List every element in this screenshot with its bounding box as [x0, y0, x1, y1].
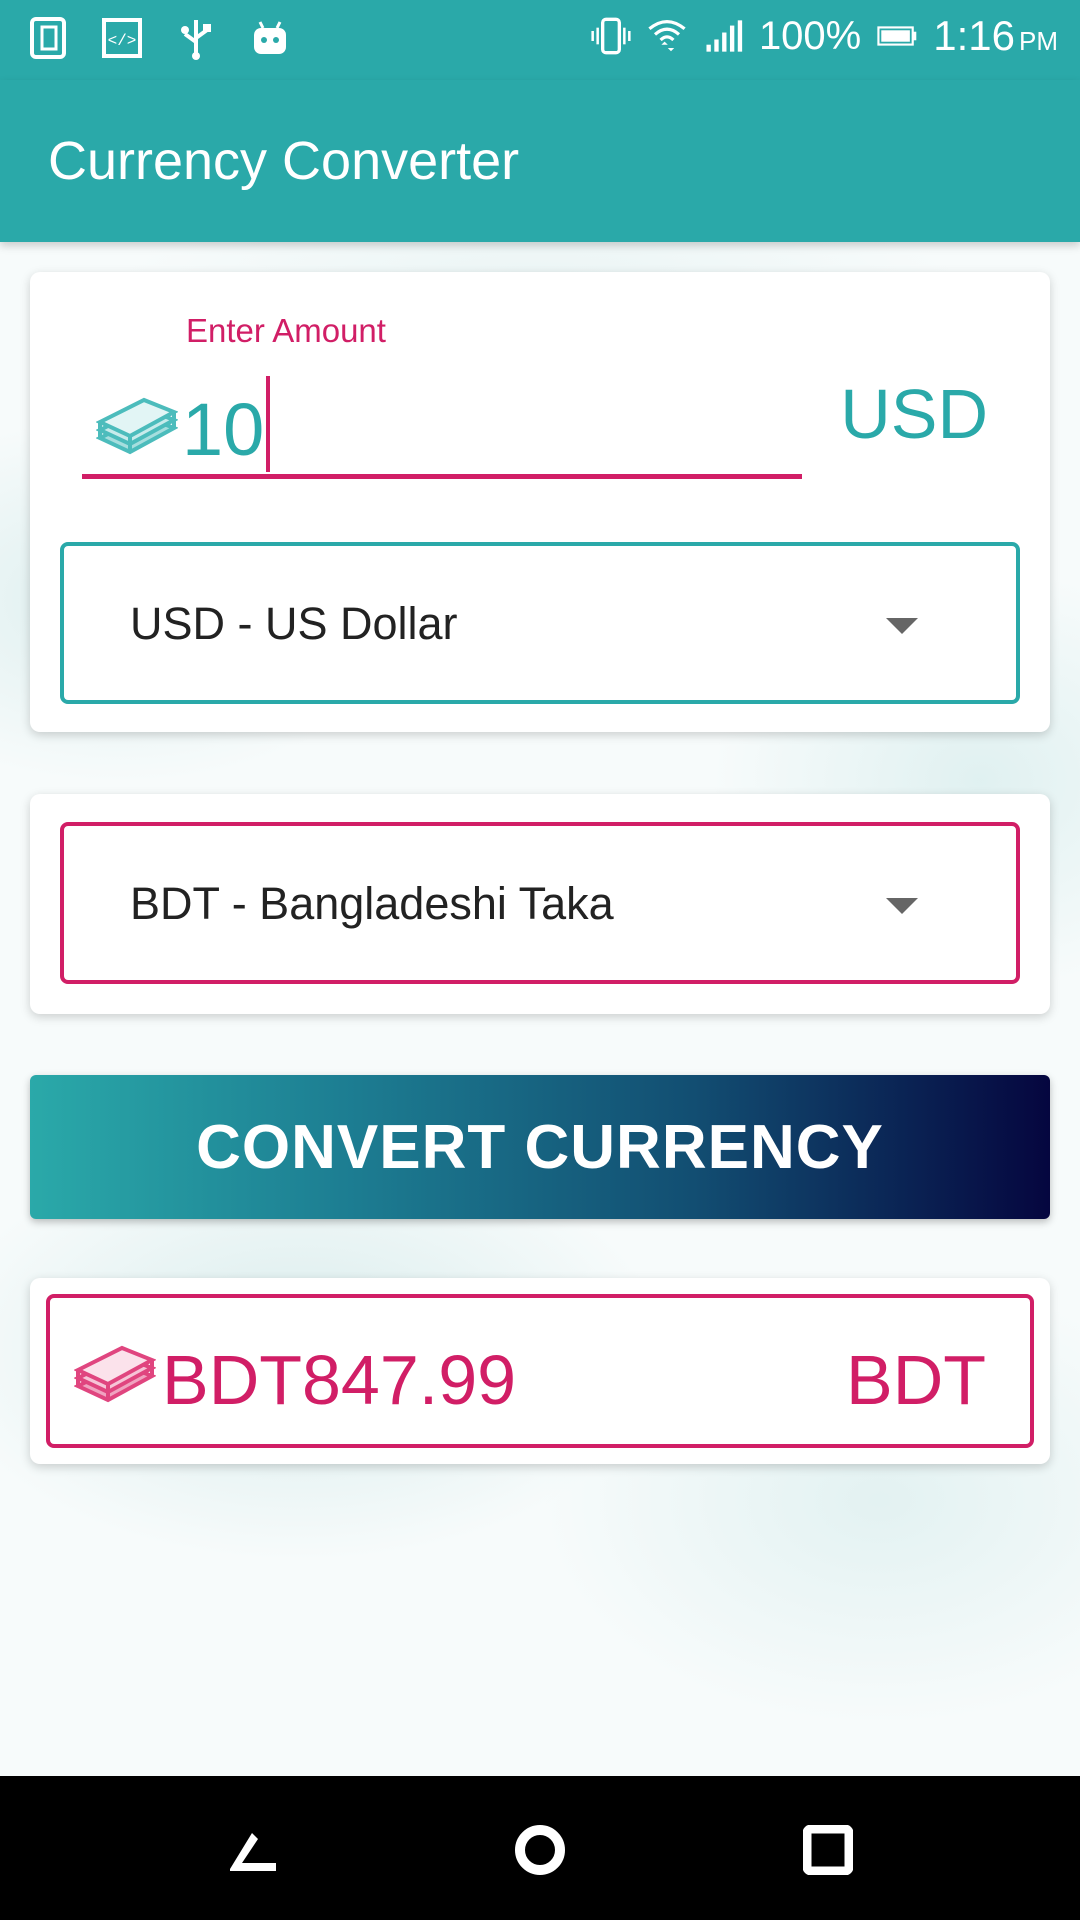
target-currency-card: BDT - Bangladeshi Taka: [30, 794, 1050, 1014]
vibrate-icon: [591, 14, 631, 58]
amount-card: Enter Amount USD USD - US Dollar: [30, 272, 1050, 732]
android-icon: [250, 16, 290, 60]
from-currency-selected: USD - US Dollar: [130, 598, 458, 649]
status-bar: </> 100% 1:16 PM: [0, 0, 1080, 80]
navigation-bar: [0, 1776, 1080, 1920]
result-card: BDT847.99 BDT: [30, 1278, 1050, 1464]
from-currency-code: USD: [840, 375, 988, 453]
recents-icon[interactable]: [796, 1818, 860, 1882]
from-currency-select[interactable]: USD - US Dollar: [60, 542, 1020, 704]
money-icon: [95, 390, 179, 462]
app-title: Currency Converter: [48, 131, 520, 191]
battery-percent: 100%: [758, 13, 862, 58]
clock: 1:16 PM: [933, 12, 1058, 60]
clock-ampm: PM: [1019, 26, 1058, 56]
amount-label: Enter Amount: [186, 312, 386, 349]
chevron-down-icon: [886, 898, 918, 914]
sim-icon: [28, 16, 68, 60]
amount-input-underline: [82, 474, 802, 479]
to-currency-selected: BDT - Bangladeshi Taka: [130, 878, 614, 929]
usb-icon: [176, 16, 216, 60]
clock-time: 1:16: [933, 12, 1015, 59]
back-icon[interactable]: [220, 1818, 284, 1882]
text-cursor: [266, 376, 270, 472]
svg-text:</>: </>: [108, 32, 137, 50]
signal-icon: [703, 14, 743, 58]
result-currency-code: BDT: [846, 1341, 986, 1419]
battery-icon: [877, 14, 917, 58]
result-box: BDT847.99 BDT: [46, 1294, 1034, 1448]
home-icon[interactable]: [508, 1818, 572, 1882]
amount-input[interactable]: [182, 384, 662, 474]
convert-currency-button[interactable]: CONVERT CURRENCY: [30, 1075, 1050, 1219]
wifi-icon: [647, 14, 687, 58]
code-icon: </>: [102, 16, 142, 60]
app-bar: Currency Converter: [0, 80, 1080, 242]
result-value: BDT847.99: [162, 1341, 517, 1419]
to-currency-select[interactable]: BDT - Bangladeshi Taka: [60, 822, 1020, 984]
chevron-down-icon: [886, 618, 918, 634]
money-icon: [73, 1338, 157, 1410]
